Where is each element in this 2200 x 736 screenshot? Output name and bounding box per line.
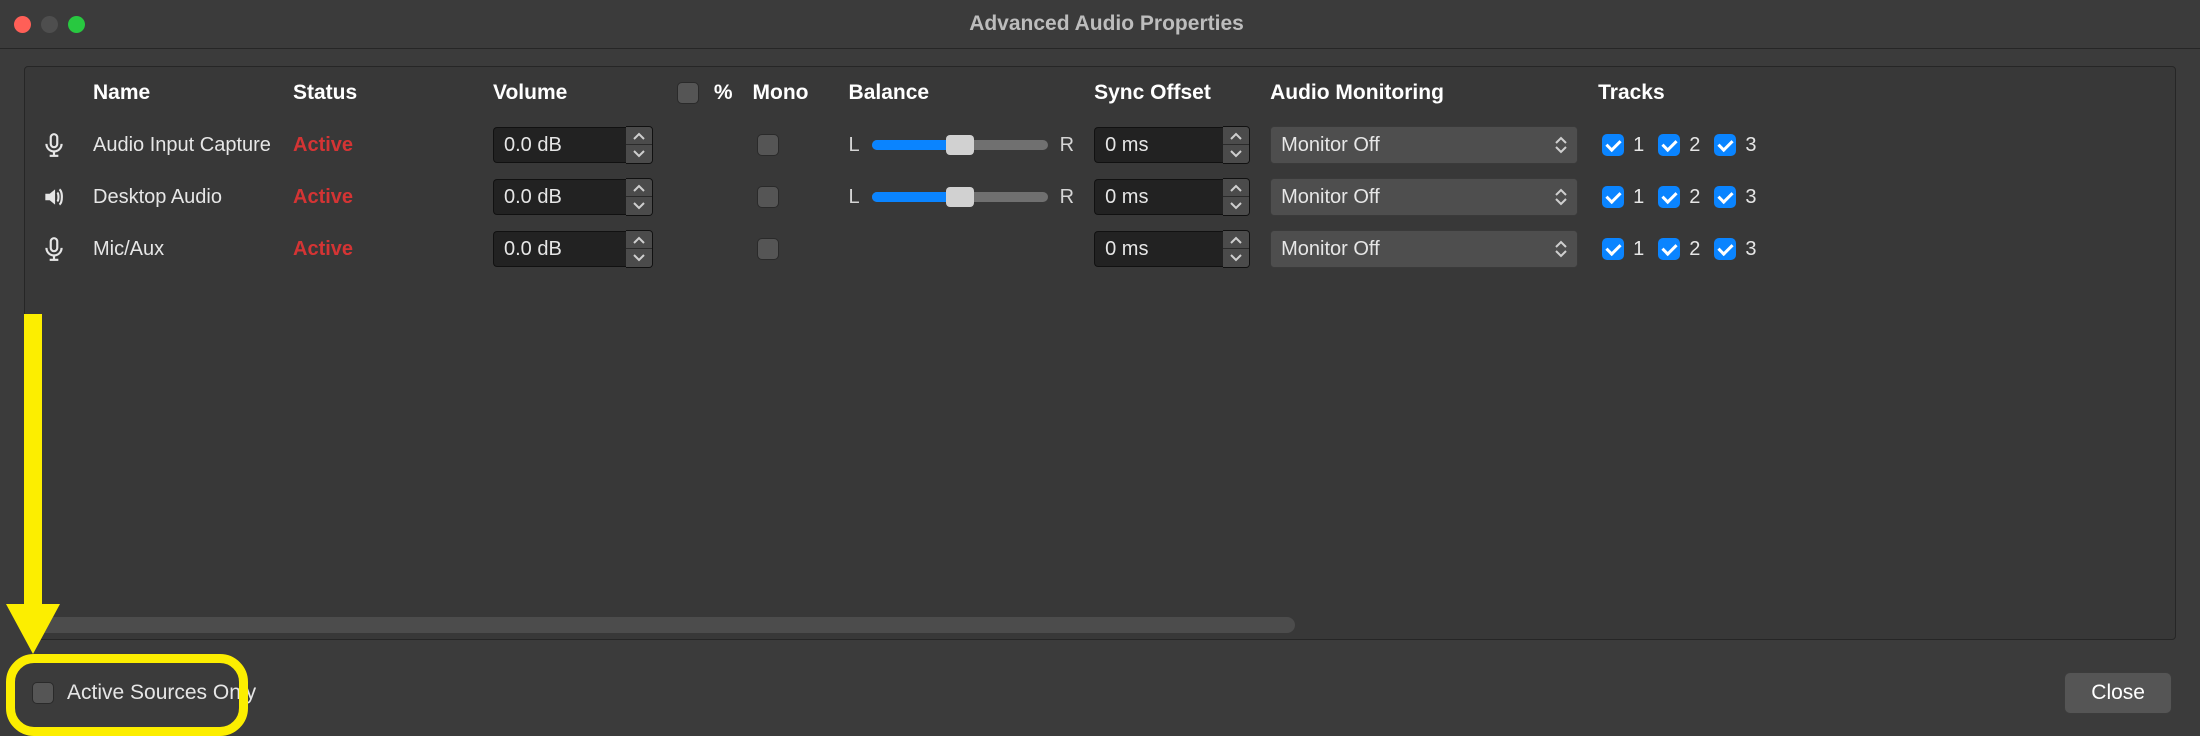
mic-icon xyxy=(35,236,73,262)
active-sources-only-checkbox[interactable] xyxy=(32,682,54,704)
table-scroll[interactable]: Name Status Volume % Mono Balance Sync O… xyxy=(25,67,2175,639)
track-label: 2 xyxy=(1689,186,1700,209)
window-title: Advanced Audio Properties xyxy=(85,12,2128,36)
table-row: Desktop Audio Active L R Monitor Off 1 2 3 xyxy=(25,171,2175,223)
chevron-updown-icon xyxy=(1555,188,1567,206)
sync-step-down[interactable] xyxy=(1223,249,1249,267)
audio-sources-table: Name Status Volume % Mono Balance Sync O… xyxy=(25,67,2175,275)
window-maximize-button[interactable] xyxy=(68,16,85,33)
volume-step-up[interactable] xyxy=(626,231,652,249)
sync-offset-input[interactable] xyxy=(1094,231,1223,267)
audio-monitoring-select[interactable]: Monitor Off xyxy=(1270,178,1578,216)
col-balance: Balance xyxy=(839,67,1085,119)
track-label: 2 xyxy=(1689,134,1700,157)
track-checkbox-3[interactable] xyxy=(1714,186,1736,208)
sync-step-up[interactable] xyxy=(1223,179,1249,197)
track-label: 3 xyxy=(1745,186,1756,209)
track-label: 1 xyxy=(1633,238,1644,261)
col-status: Status xyxy=(283,67,483,119)
status-badge: Active xyxy=(293,238,353,260)
col-tracks: Tracks xyxy=(1588,67,2175,119)
source-name: Audio Input Capture xyxy=(93,134,271,156)
audio-monitoring-value: Monitor Off xyxy=(1281,186,1380,209)
source-name: Desktop Audio xyxy=(93,186,222,208)
balance-right-label: R xyxy=(1060,186,1074,209)
window-titlebar: Advanced Audio Properties xyxy=(0,0,2200,49)
audio-monitoring-value: Monitor Off xyxy=(1281,238,1380,261)
track-label: 3 xyxy=(1745,134,1756,157)
table-row: Audio Input Capture Active L R Monitor Off 1 2… xyxy=(25,119,2175,171)
col-name: Name xyxy=(83,67,283,119)
track-label: 1 xyxy=(1633,186,1644,209)
active-sources-only-label: Active Sources Only xyxy=(67,681,256,705)
volume-step-down[interactable] xyxy=(626,249,652,267)
col-volume: Volume xyxy=(483,67,663,119)
speaker-icon xyxy=(35,184,73,210)
track-label: 3 xyxy=(1745,238,1756,261)
track-checkbox-2[interactable] xyxy=(1658,186,1680,208)
col-sync: Sync Offset xyxy=(1084,67,1260,119)
volume-step-down[interactable] xyxy=(626,197,652,215)
chevron-updown-icon xyxy=(1555,136,1567,154)
track-checkbox-1[interactable] xyxy=(1602,134,1624,156)
volume-step-down[interactable] xyxy=(626,145,652,163)
balance-left-label: L xyxy=(849,134,860,157)
chevron-updown-icon xyxy=(1555,240,1567,258)
track-checkbox-3[interactable] xyxy=(1714,134,1736,156)
status-badge: Active xyxy=(293,186,353,208)
mono-checkbox[interactable] xyxy=(757,134,779,156)
balance-right-label: R xyxy=(1060,134,1074,157)
track-checkbox-2[interactable] xyxy=(1658,134,1680,156)
track-checkbox-1[interactable] xyxy=(1602,186,1624,208)
sync-offset-input[interactable] xyxy=(1094,179,1223,215)
track-label: 2 xyxy=(1689,238,1700,261)
volume-input[interactable] xyxy=(493,231,626,267)
sync-step-down[interactable] xyxy=(1223,197,1249,215)
window-minimize-button[interactable] xyxy=(41,16,58,33)
col-percent: % xyxy=(663,67,743,119)
track-checkbox-2[interactable] xyxy=(1658,238,1680,260)
source-name: Mic/Aux xyxy=(93,238,164,260)
col-monitor: Audio Monitoring xyxy=(1260,67,1588,119)
audio-monitoring-select[interactable]: Monitor Off xyxy=(1270,230,1578,268)
col-mono: Mono xyxy=(743,67,839,119)
percent-label: % xyxy=(714,81,733,104)
volume-input[interactable] xyxy=(493,179,626,215)
mono-checkbox[interactable] xyxy=(757,186,779,208)
table-row: Mic/Aux Active Monitor Off 1 2 3 xyxy=(25,223,2175,275)
close-button[interactable]: Close xyxy=(2064,672,2172,714)
percent-checkbox[interactable] xyxy=(677,82,699,104)
sync-step-up[interactable] xyxy=(1223,127,1249,145)
mono-checkbox[interactable] xyxy=(757,238,779,260)
volume-input[interactable] xyxy=(493,127,626,163)
window-close-button[interactable] xyxy=(14,16,31,33)
table-panel: Name Status Volume % Mono Balance Sync O… xyxy=(24,66,2176,640)
track-checkbox-1[interactable] xyxy=(1602,238,1624,260)
balance-slider[interactable] xyxy=(872,192,1048,202)
track-checkbox-3[interactable] xyxy=(1714,238,1736,260)
status-badge: Active xyxy=(293,134,353,156)
balance-left-label: L xyxy=(849,186,860,209)
volume-step-up[interactable] xyxy=(626,179,652,197)
horizontal-scrollbar-thumb[interactable] xyxy=(33,617,1295,633)
balance-slider[interactable] xyxy=(872,140,1048,150)
sync-offset-input[interactable] xyxy=(1094,127,1223,163)
audio-monitoring-value: Monitor Off xyxy=(1281,134,1380,157)
active-sources-only[interactable]: Active Sources Only xyxy=(28,679,256,707)
track-label: 1 xyxy=(1633,134,1644,157)
sync-step-down[interactable] xyxy=(1223,145,1249,163)
volume-step-up[interactable] xyxy=(626,127,652,145)
mic-icon xyxy=(35,132,73,158)
audio-monitoring-select[interactable]: Monitor Off xyxy=(1270,126,1578,164)
sync-step-up[interactable] xyxy=(1223,231,1249,249)
